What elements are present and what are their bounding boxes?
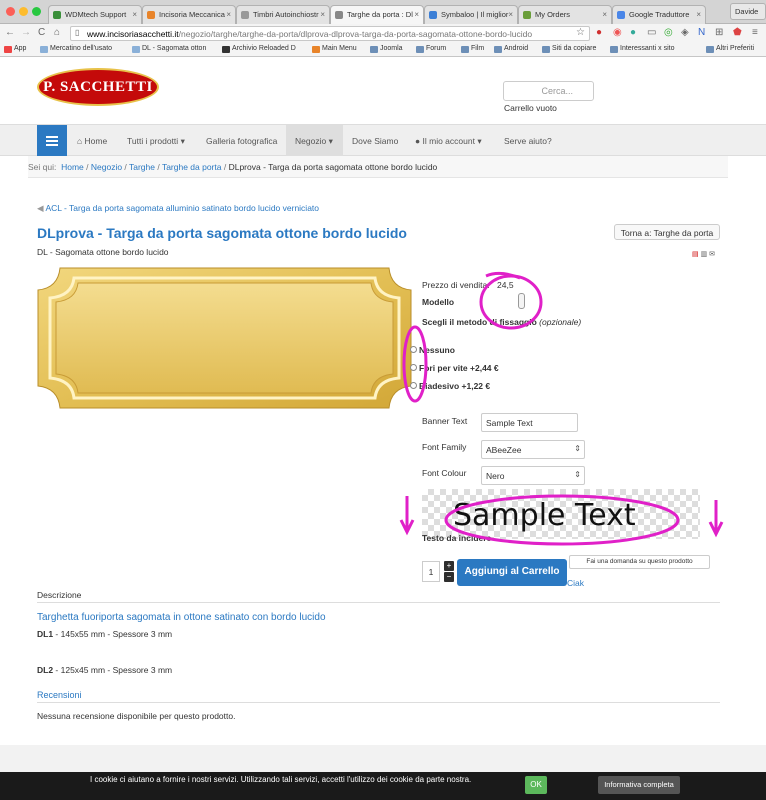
annotation-overlay (399, 271, 724, 546)
screenshot-root: WDMtech Support × Incisoria Meccanica × Ti… (0, 0, 766, 800)
annotation-circle-model (479, 274, 543, 330)
annotation-arrow-down-icon (399, 496, 415, 536)
annotation-circle-radios (402, 325, 428, 403)
annotation-arrow-down-icon (708, 500, 724, 538)
annotation-circle-preview (444, 494, 680, 546)
